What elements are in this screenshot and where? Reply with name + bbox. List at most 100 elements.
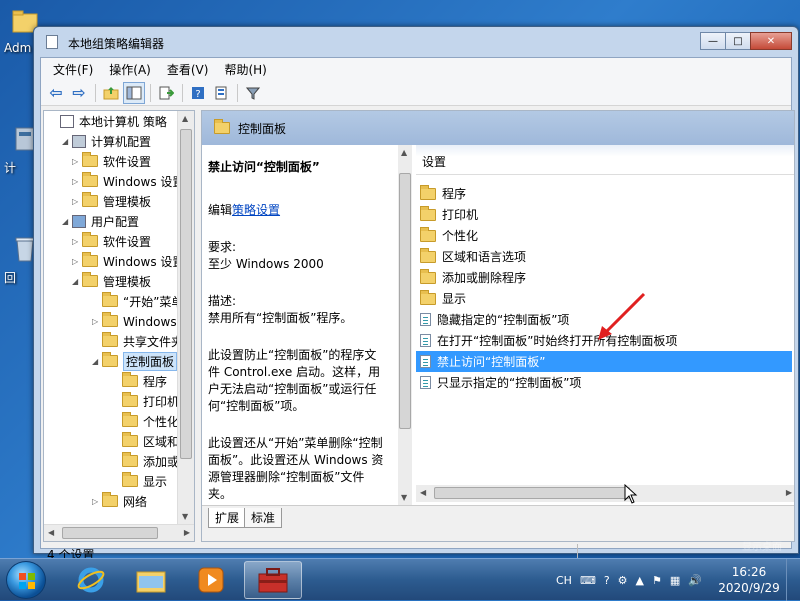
up-folder-button[interactable] (100, 82, 122, 104)
filter-button[interactable] (242, 82, 264, 104)
tree-node[interactable]: 个性化 (112, 411, 178, 431)
taskbar-explorer[interactable] (122, 561, 180, 599)
tree-node[interactable]: 添加或删除程序 (112, 451, 178, 471)
properties-button[interactable] (210, 82, 232, 104)
collapse-arrow-icon[interactable]: ◢ (62, 137, 72, 146)
tree-node[interactable]: 本地计算机 策略 (50, 111, 167, 131)
tree-node[interactable]: 区域和语言选项 (112, 431, 178, 451)
list-item[interactable]: 添加或删除程序 (416, 267, 792, 288)
list-item-label: 显示 (442, 292, 467, 306)
tree-view: 本地计算机 策略 ◢ 计算机配置 ▷ 软件设置 ▷ Windows 设置 ▷ 管理模板 ◢ 用户配置… (44, 111, 178, 525)
expand-arrow-icon[interactable]: ▷ (72, 197, 82, 206)
taskbar-media-player[interactable] (182, 561, 240, 599)
keyboard-icon[interactable]: ⌨ (580, 574, 596, 587)
tree-node-label: Windows 设置 (103, 174, 178, 189)
scroll-down-arrow-icon[interactable]: ▼ (401, 493, 407, 502)
list-horizontal-scrollbar[interactable]: ◀ ▶ (416, 485, 794, 502)
tree-node[interactable]: “开始”菜单和任务栏 (92, 291, 178, 311)
tree-node[interactable]: ◢ 用户配置 (62, 211, 139, 231)
settings-tray-icon[interactable]: ⚙ (618, 574, 628, 587)
policy-title: 禁止访问“控制面板” (208, 160, 320, 174)
folder-icon (102, 332, 118, 347)
list-item[interactable]: 打印机 (416, 204, 792, 225)
tree-horizontal-scrollbar[interactable]: ◀ ▶ (44, 524, 194, 541)
show-hide-tree-button[interactable] (123, 81, 145, 104)
tab-extended[interactable]: 扩展 (208, 508, 247, 528)
expand-arrow-icon[interactable]: ▷ (72, 237, 82, 246)
view-tabs: 扩展 标准 (202, 505, 794, 541)
action-center-flag-icon[interactable]: ⚑ (652, 574, 662, 587)
expand-arrow-icon[interactable]: ▷ (92, 497, 102, 506)
tree-node[interactable]: ◢ 管理模板 (72, 271, 151, 291)
tree-vscroll-thumb[interactable] (180, 129, 192, 459)
help-button[interactable]: ? (187, 82, 209, 104)
folder-icon (122, 432, 138, 447)
tree-node[interactable]: 打印机 (112, 391, 178, 411)
list-item[interactable]: 个性化 (416, 225, 792, 246)
scroll-left-arrow-icon[interactable]: ◀ (420, 488, 426, 497)
list-item[interactable]: 程序 (416, 183, 792, 204)
tree-node-label: 计算机配置 (91, 134, 152, 149)
forward-button[interactable]: ⇨ (68, 82, 90, 104)
list-hscroll-thumb[interactable] (434, 487, 630, 499)
back-button[interactable]: ⇦ (45, 82, 67, 104)
column-header-setting[interactable]: 设置 (416, 145, 794, 175)
export-list-button[interactable] (155, 82, 177, 104)
network-icon[interactable]: ▦ (670, 574, 680, 587)
tree-node[interactable]: ▷ Windows 组件 (92, 311, 178, 331)
list-item[interactable]: 只显示指定的“控制面板”项 (416, 372, 792, 393)
collapse-arrow-icon[interactable]: ◢ (62, 217, 72, 226)
expand-arrow-icon[interactable]: ▷ (72, 257, 82, 266)
scroll-right-arrow-icon[interactable]: ▶ (184, 528, 190, 537)
tab-standard[interactable]: 标准 (244, 508, 283, 528)
menu-action[interactable]: 操作(A) (101, 61, 159, 78)
collapse-arrow-icon[interactable]: ◢ (72, 277, 82, 286)
tree-node[interactable]: ▷ Windows 设置 (72, 251, 178, 271)
title-bar[interactable]: 本地组策略编辑器 — □ ✕ (40, 27, 792, 57)
tree-node[interactable]: 显示 (112, 471, 167, 491)
list-item-label: 只显示指定的“控制面板”项 (437, 376, 582, 390)
scroll-down-arrow-icon[interactable]: ▼ (182, 512, 188, 521)
collapse-arrow-icon[interactable]: ◢ (92, 357, 102, 366)
clock[interactable]: 16:26 2020/9/29 (712, 564, 786, 596)
tree-node[interactable]: ▷ 软件设置 (72, 151, 151, 171)
description-scrollbar[interactable]: ▲ ▼ (398, 145, 412, 505)
expand-arrow-icon[interactable]: ▷ (92, 317, 102, 326)
tree-node[interactable]: ▷ 网络 (92, 491, 147, 511)
tree-hscroll-thumb[interactable] (62, 527, 158, 539)
tree-node[interactable]: ▷ 管理模板 (72, 191, 151, 211)
folder-icon (420, 226, 436, 242)
menu-file[interactable]: 文件(F) (45, 61, 101, 78)
taskbar-group-policy-editor[interactable] (244, 561, 302, 599)
svg-text:?: ? (195, 89, 200, 100)
taskbar-ie[interactable] (62, 561, 120, 599)
start-button[interactable] (6, 561, 46, 599)
tree-vertical-scrollbar[interactable]: ▲ ▼ (177, 111, 194, 524)
close-button[interactable]: ✕ (750, 32, 792, 50)
expand-arrow-icon[interactable]: ▷ (72, 177, 82, 186)
description-scroll-thumb[interactable] (399, 173, 411, 429)
maximize-button[interactable]: □ (725, 32, 751, 50)
minimize-button[interactable]: — (700, 32, 726, 50)
expand-arrow-icon[interactable]: ▷ (72, 157, 82, 166)
volume-icon[interactable]: 🔊 (688, 574, 702, 587)
tree-node[interactable]: 程序 (112, 371, 167, 391)
tree-node[interactable]: ▷ 软件设置 (72, 231, 151, 251)
show-desktop-button[interactable] (786, 559, 800, 601)
scroll-up-arrow-icon[interactable]: ▲ (401, 148, 407, 157)
tree-node[interactable]: ◢ 计算机配置 (62, 131, 151, 151)
tree-node[interactable]: ◢ 控制面板 (92, 351, 178, 371)
help-tray-icon[interactable]: ? (604, 574, 610, 587)
tree-node[interactable]: ▷ Windows 设置 (72, 171, 178, 191)
list-item[interactable]: 区域和语言选项 (416, 246, 792, 267)
tray-arrow-icon[interactable]: ▲ (636, 574, 644, 587)
scroll-right-arrow-icon[interactable]: ▶ (786, 488, 792, 497)
list-item[interactable]: 禁止访问“控制面板” (416, 351, 792, 372)
tree-node[interactable]: 共享文件夹 (92, 331, 178, 351)
language-indicator[interactable]: CH (556, 574, 572, 587)
menu-view[interactable]: 查看(V) (159, 61, 217, 78)
scroll-left-arrow-icon[interactable]: ◀ (48, 528, 54, 537)
scroll-up-arrow-icon[interactable]: ▲ (182, 114, 188, 123)
menu-help[interactable]: 帮助(H) (216, 61, 274, 78)
edit-policy-link[interactable]: 策略设置 (232, 203, 280, 217)
